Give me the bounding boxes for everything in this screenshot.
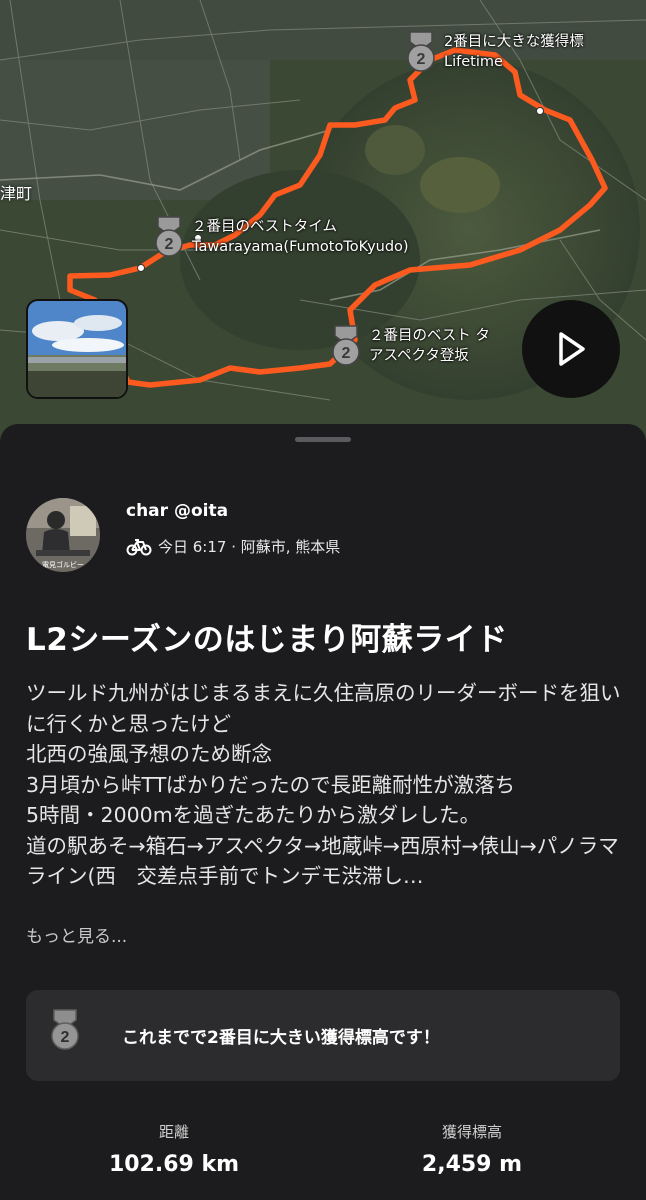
svg-text:2: 2	[417, 51, 426, 68]
achievement-banner[interactable]: 2 これまでで2番目に大きい獲得標高です！	[26, 990, 620, 1081]
segment-marker-tawarayama[interactable]: 2 ２番目のベストタイム Tawarayama(FumotoToKyudo)	[152, 215, 409, 259]
marker-title: ２番目のベスト タ	[369, 328, 490, 344]
author-name[interactable]: char @oita	[126, 501, 228, 521]
segment-marker-lifetime[interactable]: 2 2番目に大きな獲得標 Lifetime	[404, 30, 584, 74]
avatar-image: 電見ゴルビー	[26, 498, 100, 572]
marker-title: 2番目に大きな獲得標	[444, 34, 584, 50]
marker-subtitle: アスペクタ登坂	[369, 348, 469, 364]
bike-icon	[126, 538, 152, 555]
svg-text:2: 2	[61, 1029, 70, 1046]
marker-title: ２番目のベストタイム	[192, 219, 337, 235]
activity-sheet: 電見ゴルビー char @oita 今日 6:17 · 阿蘇市, 熊本県 L2シ…	[0, 424, 646, 1200]
see-more-link[interactable]: もっと見る...	[26, 922, 127, 947]
svg-text:2: 2	[342, 345, 351, 362]
play-button[interactable]	[522, 300, 620, 398]
activity-time-location: 今日 6:17 · 阿蘇市, 熊本県	[158, 538, 341, 556]
sheet-handle[interactable]	[295, 437, 351, 442]
medal-icon: 2	[407, 31, 435, 72]
achievement-text: これまでで2番目に大きい獲得標高です！	[122, 1028, 440, 1048]
stat-value: 2,459 m	[421, 1152, 523, 1177]
medal-icon: 2	[51, 1009, 79, 1050]
activity-title: L2シーズンのはじまり阿蘇ライド	[26, 622, 508, 658]
marker-subtitle: Tawarayama(FumotoToKyudo)	[192, 239, 409, 255]
town-label: 津町	[0, 184, 33, 203]
stat-value: 102.69 km	[108, 1152, 240, 1177]
avatar[interactable]: 電見ゴルビー	[26, 498, 100, 572]
svg-text:電見ゴルビー: 電見ゴルビー	[42, 560, 84, 569]
medal-icon: 2	[332, 325, 360, 366]
segment-marker-aspecta[interactable]: 2 ２番目のベスト タ アスペクタ登坂	[329, 324, 490, 368]
stat-distance: 距離 102.69 km	[84, 1121, 264, 1177]
stat-label: 獲得標高	[441, 1123, 502, 1141]
activity-description: ツールド九州がはじまるまえに久住高原のリーダーボードを狙いに行くかと思ったけど …	[26, 681, 621, 888]
stat-label: 距離	[158, 1123, 189, 1141]
photo-thumbnail[interactable]	[26, 299, 128, 399]
medal-icon: 2	[155, 216, 183, 257]
route-map[interactable]: 津町 2 2番目に大きな獲得標 Lifetime 2 ２番目のベストタイム Ta…	[0, 0, 646, 440]
play-icon	[559, 332, 585, 366]
stat-elevation: 獲得標高 2,459 m	[382, 1121, 562, 1177]
landscape-photo	[28, 301, 126, 397]
svg-text:2: 2	[165, 236, 174, 253]
marker-subtitle: Lifetime	[444, 54, 503, 70]
activity-meta: 今日 6:17 · 阿蘇市, 熊本県	[126, 536, 340, 557]
